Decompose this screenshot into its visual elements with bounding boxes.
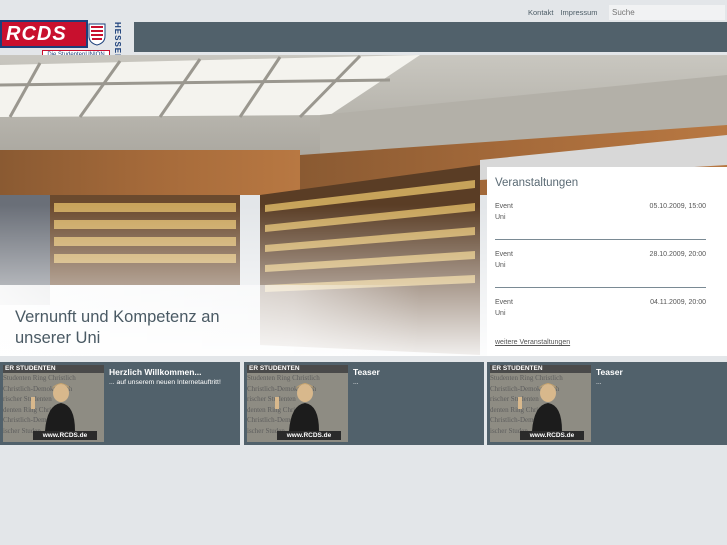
event-date: 04.11.2009, 20:00 [650, 299, 706, 306]
teaser-image-banner: ER STUDENTEN [247, 365, 348, 373]
hero-slogan: Vernunft und Kompetenz an unserer Uni [15, 307, 220, 349]
events-list: Event 05.10.2009, 15:00 Uni Event 28.10.… [495, 203, 719, 325]
teaser-text: ... auf unserem neuen Internetauftritt! [109, 379, 221, 386]
teaser-image: ER STUDENTEN Studenten Ring Christlich Ch… [247, 365, 348, 442]
teaser-image-banner: ER STUDENTEN [3, 365, 104, 373]
event-date: 05.10.2009, 15:00 [649, 203, 706, 210]
event-place: Uni [495, 310, 506, 317]
event-name: Event [495, 299, 513, 306]
event-place: Uni [495, 262, 506, 269]
hero-slogan-line2: unserer Uni [15, 329, 101, 347]
event-item[interactable]: Event 04.11.2009, 20:00 Uni [495, 299, 706, 325]
event-date: 28.10.2009, 20:00 [649, 251, 706, 258]
teaser-card[interactable]: ER STUDENTEN Studenten Ring Christlich Ch… [487, 362, 727, 445]
teaser-title: Teaser [353, 367, 380, 377]
teaser-card[interactable]: ER STUDENTEN Studenten Ring Christlich Ch… [0, 362, 240, 445]
teaser-image: ER STUDENTEN Studenten Ring Christlich Ch… [3, 365, 104, 442]
events-panel: Veranstaltungen Event 05.10.2009, 15:00 … [487, 167, 727, 356]
logo-badge: RCDS [0, 20, 88, 48]
nav-link-impressum[interactable]: Impressum [560, 8, 597, 17]
teaser-title: Herzlich Willkommen... [109, 367, 202, 377]
crest-icon [88, 23, 106, 46]
more-events-link[interactable]: weitere Veranstaltungen [495, 339, 719, 346]
speaker-photo [518, 383, 562, 431]
teaser-text: ... [353, 379, 359, 386]
teaser-image-banner: ER STUDENTEN [490, 365, 591, 373]
logo-text: RCDS [6, 23, 67, 45]
event-name: Event [495, 203, 513, 210]
top-nav: Kontakt Impressum [528, 8, 605, 17]
teaser-text: ... [596, 379, 602, 386]
speaker-photo [31, 383, 75, 431]
main-nav-bar [134, 22, 727, 52]
event-name: Event [495, 251, 513, 258]
teaser-title: Teaser [596, 367, 623, 377]
teaser-card[interactable]: ER STUDENTEN Studenten Ring Christlich Ch… [244, 362, 484, 445]
teaser-image: ER STUDENTEN Studenten Ring Christlich Ch… [490, 365, 591, 442]
events-title: Veranstaltungen [495, 177, 579, 189]
nav-link-kontakt[interactable]: Kontakt [528, 8, 553, 17]
teaser-image-url: www.RCDS.de [520, 431, 584, 440]
event-place: Uni [495, 214, 506, 221]
speaker-photo [275, 383, 319, 431]
hero-slogan-line1: Vernunft und Kompetenz an [15, 308, 220, 326]
search-input[interactable] [609, 5, 725, 20]
teaser-image-url: www.RCDS.de [33, 431, 97, 440]
event-item[interactable]: Event 05.10.2009, 15:00 Uni [495, 203, 706, 240]
teaser-image-url: www.RCDS.de [277, 431, 341, 440]
event-item[interactable]: Event 28.10.2009, 20:00 Uni [495, 251, 706, 288]
